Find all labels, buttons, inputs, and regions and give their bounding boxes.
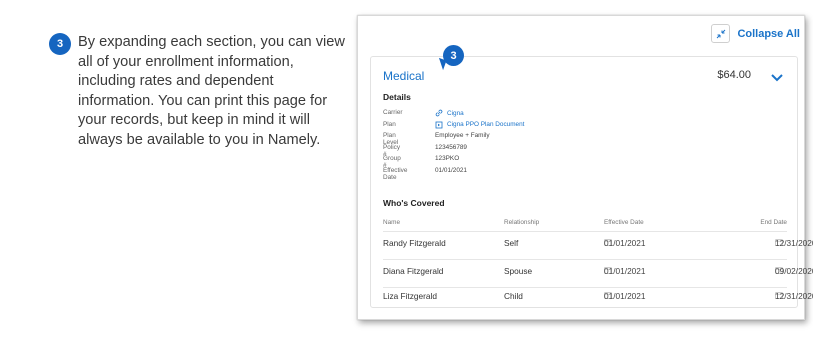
step-number-badge: 3 xyxy=(49,33,71,55)
chevron-down-icon[interactable] xyxy=(771,69,783,87)
end-date-value: 09/02/2020 xyxy=(775,266,813,276)
member-relationship: Self xyxy=(504,238,519,248)
effective-date-value: 01/01/2021 xyxy=(604,238,646,248)
coverage-heading: Who's Covered xyxy=(383,198,445,208)
plan-title[interactable]: Medical xyxy=(383,69,424,83)
detail-value: 123456789 xyxy=(435,143,467,151)
link-icon xyxy=(435,109,443,117)
plan-document-link[interactable]: Cigna PPO Plan Document xyxy=(435,121,524,129)
column-header-name: Name xyxy=(383,219,401,226)
member-relationship: Spouse xyxy=(504,266,533,276)
effective-date-value: 01/01/2021 xyxy=(604,291,646,301)
carrier-link[interactable]: Cigna xyxy=(435,109,464,117)
enrollment-panel: Collapse All 3 Medical $64.00 Details Ca… xyxy=(357,15,813,320)
instruction-text: By expanding each section, you can view … xyxy=(78,34,345,148)
detail-label: Carrier xyxy=(383,109,403,116)
document-icon xyxy=(435,121,443,128)
detail-label: Effective Date xyxy=(383,166,408,181)
column-header-end-date: End Date xyxy=(760,219,787,226)
effective-date-value: 01/01/2021 xyxy=(604,266,646,276)
carrier-value: Cigna xyxy=(447,109,464,117)
member-relationship: Child xyxy=(504,291,523,301)
table-divider xyxy=(383,287,787,288)
column-header-effective-date: Effective Date xyxy=(604,219,644,226)
table-divider xyxy=(383,259,787,260)
member-effective-date: 01/01/2021 xyxy=(604,266,646,276)
collapse-arrows-icon xyxy=(711,24,731,43)
medical-plan-card: 3 Medical $64.00 Details Carrier Cigna P… xyxy=(370,45,813,308)
member-name: Randy Fitzgerald xyxy=(383,238,446,248)
column-header-relationship: Relationship xyxy=(504,219,540,226)
detail-value: 01/01/2021 xyxy=(435,166,467,174)
member-effective-date: 01/01/2021 xyxy=(604,291,646,301)
table-divider xyxy=(383,231,787,232)
table-row: Randy Fitzgerald Self 01/01/2021 12/31/2… xyxy=(383,238,813,252)
member-name: Liza Fitzgerald xyxy=(383,291,437,301)
detail-value: 123PKO xyxy=(435,155,460,162)
plan-value: Cigna PPO Plan Document xyxy=(447,121,525,128)
member-name: Diana Fitzgerald xyxy=(383,266,444,276)
plan-amount: $64.00 xyxy=(717,69,751,81)
callout-step-number: 3 xyxy=(443,45,464,66)
collapse-all-button[interactable]: Collapse All xyxy=(711,24,800,43)
end-date-value: 12/31/2020 xyxy=(775,238,813,248)
member-end-date: 12/31/2020 xyxy=(775,238,813,248)
callout-badge: 3 xyxy=(435,45,464,71)
end-date-value: 12/31/2020 xyxy=(775,291,813,301)
collapse-all-label: Collapse All xyxy=(737,27,800,40)
member-effective-date: 01/01/2021 xyxy=(604,238,646,248)
detail-label: Plan xyxy=(383,120,396,128)
member-end-date: 12/31/2020 xyxy=(775,291,813,301)
details-heading: Details xyxy=(383,92,411,102)
table-row: Liza Fitzgerald Child 01/01/2021 12/31/2… xyxy=(383,291,813,305)
member-end-date: 09/02/2020 xyxy=(775,266,813,276)
coverage-table-header: Name Relationship Effective Date End Dat… xyxy=(383,219,787,231)
callout-tail xyxy=(435,57,447,71)
detail-value: Employee + Family xyxy=(435,132,490,139)
table-row: Diana Fitzgerald Spouse 01/01/2021 09/02… xyxy=(383,266,813,280)
